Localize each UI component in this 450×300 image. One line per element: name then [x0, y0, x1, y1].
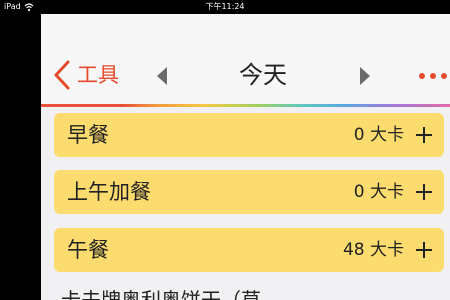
- meal-row-morning-snack[interactable]: 上午加餐 0 大卡: [54, 170, 444, 214]
- navigation-bar: 工具 今天: [41, 14, 450, 104]
- add-icon[interactable]: [414, 123, 434, 147]
- food-item[interactable]: 卡夫牌奥利奥饼干（草: [61, 286, 261, 300]
- previous-day-icon[interactable]: [156, 66, 168, 86]
- app-window: 工具 今天 早餐 0 大卡 上午加餐 0 大卡 午餐 48 大卡 卡夫牌奥利奥饼…: [41, 14, 450, 300]
- meal-calories: 0 大卡: [353, 182, 404, 202]
- rainbow-divider: [41, 104, 450, 107]
- more-dot-icon: [419, 73, 425, 79]
- meal-calories: 48 大卡: [342, 240, 404, 260]
- page-title: 今天: [239, 61, 287, 89]
- more-dot-icon: [441, 73, 447, 79]
- meal-name: 午餐: [67, 238, 109, 262]
- more-dot-icon: [430, 73, 436, 79]
- meal-calories: 0 大卡: [353, 125, 404, 145]
- add-icon[interactable]: [414, 238, 434, 262]
- meal-row-lunch[interactable]: 午餐 48 大卡: [54, 228, 444, 272]
- meal-row-breakfast[interactable]: 早餐 0 大卡: [54, 113, 444, 157]
- status-time: 下午11:24: [205, 2, 245, 11]
- more-options-button[interactable]: [419, 66, 447, 86]
- next-day-icon[interactable]: [359, 66, 371, 86]
- back-button[interactable]: 工具: [53, 58, 119, 92]
- meal-name: 上午加餐: [67, 180, 151, 204]
- add-icon[interactable]: [414, 180, 434, 204]
- chevron-left-icon: [54, 60, 70, 90]
- meal-name: 早餐: [67, 123, 109, 147]
- back-button-label: 工具: [77, 63, 119, 87]
- status-bar: iPad 下午11:24: [0, 0, 450, 14]
